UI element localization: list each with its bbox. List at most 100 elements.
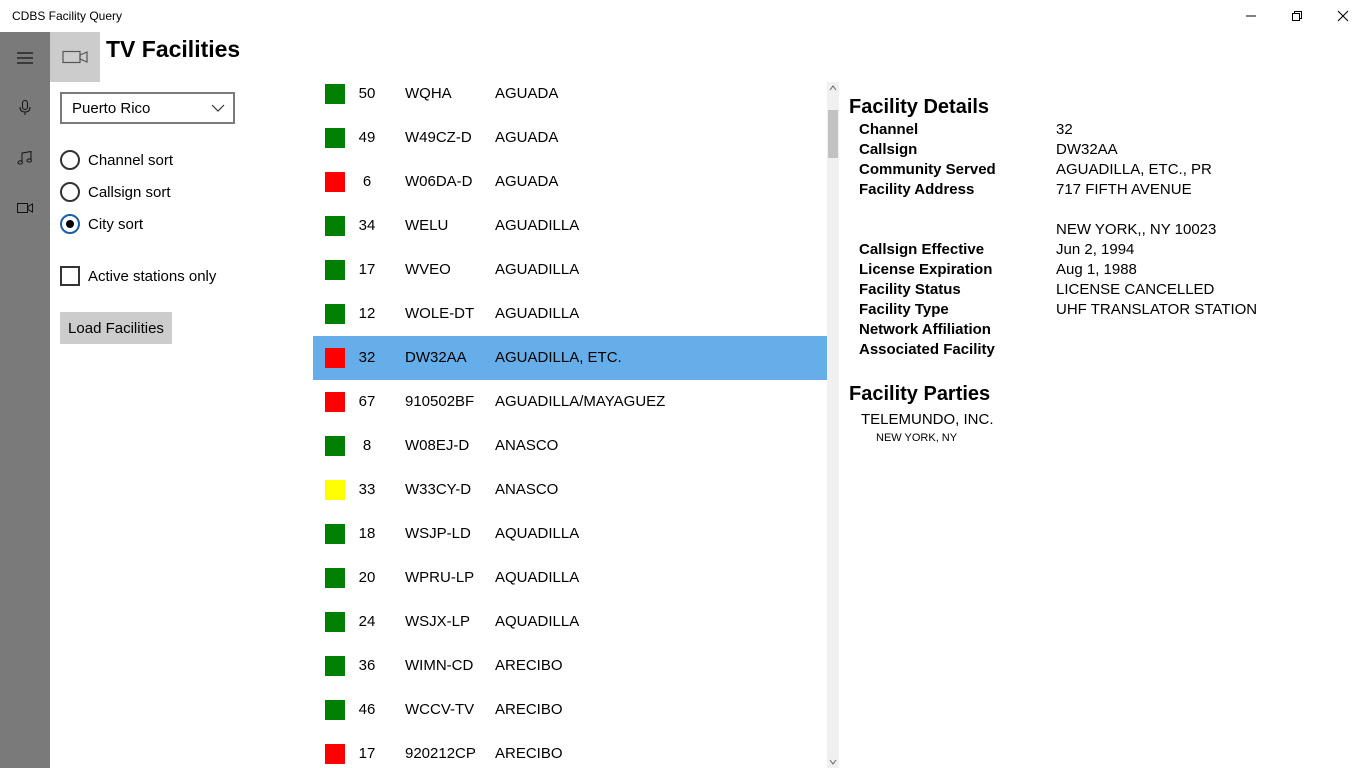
license-expiration-value: Aug 1, 1988 xyxy=(1056,261,1137,278)
active-stations-checkbox[interactable]: Active stations only xyxy=(60,265,216,287)
facility-row[interactable]: 8 W08EJ-D ANASCO xyxy=(313,424,827,468)
facility-callsign: DW32AA xyxy=(405,349,467,366)
facility-channel: 18 xyxy=(358,525,376,542)
facility-row[interactable]: 33 W33CY-D ANASCO xyxy=(313,468,827,512)
status-indicator xyxy=(325,260,345,280)
minimize-icon xyxy=(1246,15,1256,17)
status-indicator xyxy=(325,392,345,412)
facility-row[interactable]: 18 WSJP-LD AQUADILLA xyxy=(313,512,827,556)
facility-callsign: 910502BF xyxy=(405,393,475,410)
restore-icon xyxy=(1292,11,1302,21)
radio-dot xyxy=(66,220,74,228)
callsign-label: Callsign xyxy=(859,141,918,158)
facility-channel: 17 xyxy=(358,745,376,762)
facility-channel: 50 xyxy=(358,85,376,102)
facility-row[interactable]: 32 DW32AA AGUADILLA, ETC. xyxy=(313,336,827,380)
facility-parties-heading: Facility Parties xyxy=(849,383,991,405)
community-served-label: Community Served xyxy=(859,161,996,178)
facility-channel: 24 xyxy=(358,613,376,630)
chevron-down-icon xyxy=(211,101,225,120)
checkbox-label: Active stations only xyxy=(88,267,217,285)
facility-callsign: WVEO xyxy=(405,261,451,278)
facility-channel: 46 xyxy=(358,701,376,718)
channel-value: 32 xyxy=(1056,121,1073,138)
status-indicator xyxy=(325,656,345,676)
status-indicator xyxy=(325,128,345,148)
facility-row[interactable]: 46 WCCV-TV ARECIBO xyxy=(313,688,827,732)
callsign-effective-value: Jun 2, 1994 xyxy=(1056,241,1135,258)
facility-city: AGUADILLA, ETC. xyxy=(495,349,622,366)
party-location: NEW YORK, NY xyxy=(876,432,958,444)
facility-callsign: WIMN-CD xyxy=(405,657,474,674)
music-note-icon xyxy=(17,151,32,165)
facility-row[interactable]: 50 WQHA AGUADA xyxy=(313,72,827,116)
minimize-button[interactable] xyxy=(1228,0,1274,32)
nav-radio-button[interactable] xyxy=(0,84,50,132)
state-select[interactable]: Puerto Rico xyxy=(60,92,235,124)
facility-row[interactable]: 67 910502BF AGUADILLA/MAYAGUEZ xyxy=(313,380,827,424)
facility-callsign: WSJP-LD xyxy=(405,525,471,542)
facility-row[interactable]: 49 W49CZ-D AGUADA xyxy=(313,116,827,160)
facility-row[interactable]: 20 WPRU-LP AQUADILLA xyxy=(313,556,827,600)
facility-details-heading: Facility Details xyxy=(849,96,990,118)
status-indicator xyxy=(325,700,345,720)
hamburger-menu-button[interactable] xyxy=(0,34,50,82)
associated-facility-label: Associated Facility xyxy=(859,341,995,358)
nav-music-button[interactable] xyxy=(0,134,50,182)
facility-address-line1: 717 FIFTH AVENUE xyxy=(1056,181,1192,198)
facility-callsign: W49CZ-D xyxy=(405,129,472,146)
list-scrollbar[interactable] xyxy=(827,82,839,768)
close-button[interactable] xyxy=(1320,0,1366,32)
facility-city: AGUADA xyxy=(495,129,559,146)
facility-channel: 17 xyxy=(358,261,376,278)
facility-channel: 12 xyxy=(358,305,376,322)
facility-city: ARECIBO xyxy=(495,745,563,762)
facility-row[interactable]: 6 W06DA-D AGUADA xyxy=(313,160,827,204)
city-sort-radio[interactable]: City sort xyxy=(60,213,143,235)
facility-city: AGUADILLA xyxy=(495,305,580,322)
facility-row[interactable]: 17 WVEO AGUADILLA xyxy=(313,248,827,292)
facility-row[interactable]: 17 920212CP ARECIBO xyxy=(313,732,827,768)
facility-channel: 34 xyxy=(358,217,376,234)
radio-label: City sort xyxy=(88,215,144,233)
restore-button[interactable] xyxy=(1274,0,1320,32)
scroll-down-arrow-icon[interactable] xyxy=(827,756,839,768)
license-expiration-label: License Expiration xyxy=(859,261,993,278)
radio-circle xyxy=(60,150,80,170)
callsign-sort-radio[interactable]: Callsign sort xyxy=(60,181,171,203)
callsign-value: DW32AA xyxy=(1056,141,1118,158)
channel-sort-radio[interactable]: Channel sort xyxy=(60,149,173,171)
facility-callsign: W06DA-D xyxy=(405,173,473,190)
facility-type-value: UHF TRANSLATOR STATION xyxy=(1056,301,1258,318)
facility-callsign: W33CY-D xyxy=(405,481,472,498)
facility-row[interactable]: 24 WSJX-LP AQUADILLA xyxy=(313,600,827,644)
radio-circle-selected xyxy=(60,214,80,234)
scroll-thumb[interactable] xyxy=(828,110,838,158)
facility-channel: 36 xyxy=(358,657,376,674)
hamburger-icon xyxy=(17,52,33,64)
facility-callsign: WCCV-TV xyxy=(405,701,475,718)
load-facilities-button[interactable]: Load Facilities xyxy=(60,312,172,344)
community-served-value: AGUADILLA, ETC., PR xyxy=(1056,161,1212,178)
nav-tv-button[interactable] xyxy=(0,184,50,232)
radio-label: Callsign sort xyxy=(88,183,171,201)
video-camera-icon xyxy=(17,203,33,213)
facility-row[interactable]: 36 WIMN-CD ARECIBO xyxy=(313,644,827,688)
status-indicator xyxy=(325,568,345,588)
channel-label: Channel xyxy=(859,121,919,138)
facility-city: AQUADILLA xyxy=(495,569,580,586)
status-indicator xyxy=(325,348,345,368)
facility-city: AQUADILLA xyxy=(495,613,580,630)
facility-list[interactable]: 50 WQHA AGUADA 49 W49CZ-D AGUADA 6 W06DA-D AGUAD… xyxy=(313,72,827,768)
facility-city: ARECIBO xyxy=(495,657,563,674)
scroll-up-arrow-icon[interactable] xyxy=(827,82,839,94)
title-bar: CDBS Facility Query xyxy=(0,0,1366,32)
facility-city: ANASCO xyxy=(495,437,559,454)
network-affiliation-label: Network Affiliation xyxy=(859,321,991,338)
status-indicator xyxy=(325,304,345,324)
facility-city: AGUADA xyxy=(495,85,559,102)
facility-row[interactable]: 12 WOLE-DT AGUADILLA xyxy=(313,292,827,336)
facility-row[interactable]: 34 WELU AGUADILLA xyxy=(313,204,827,248)
party-name: TELEMUNDO, INC. xyxy=(861,411,994,428)
state-select-value: Puerto Rico xyxy=(72,100,151,117)
